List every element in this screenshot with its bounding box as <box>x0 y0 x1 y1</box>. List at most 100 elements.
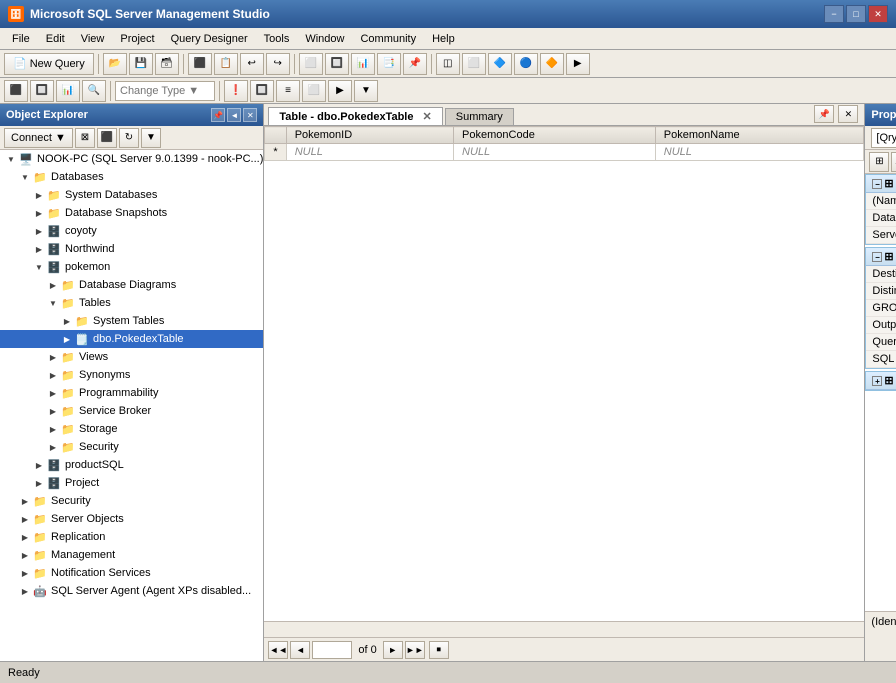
props-categorized-button[interactable]: ⊞ <box>869 152 889 172</box>
props-az-button[interactable]: A↓ <box>891 152 896 172</box>
col-pokemonname-header[interactable]: PokemonName <box>655 127 864 144</box>
tree-item-db-snapshots[interactable]: ▶ 📁 Database Snapshots <box>0 204 263 222</box>
toolbar2-btn-6[interactable]: 🔲 <box>250 80 274 102</box>
toolbar-btn-13[interactable]: 🔵 <box>514 53 538 75</box>
toolbar-btn-1[interactable]: ⬛ <box>188 53 212 75</box>
toolbar-btn-14[interactable]: 🔶 <box>540 53 564 75</box>
toolbar-btn-3[interactable]: ↩ <box>240 53 264 75</box>
tree-item-system-databases[interactable]: ▶ 📁 System Databases <box>0 186 263 204</box>
oe-disconnect-button[interactable]: ⊠ <box>75 128 95 148</box>
oe-pin-button[interactable]: 📌 <box>211 108 225 122</box>
tree-item-server-objects[interactable]: ▶ 📁 Server Objects <box>0 510 263 528</box>
oe-close-button[interactable]: ✕ <box>243 108 257 122</box>
tree-item-security[interactable]: ▶ 📁 Security <box>0 492 263 510</box>
save-button[interactable]: 💾 <box>129 53 153 75</box>
maximize-button[interactable]: □ <box>846 5 866 23</box>
minimize-button[interactable]: − <box>824 5 844 23</box>
toolbar-btn-4[interactable]: ↪ <box>266 53 290 75</box>
nav-next-button[interactable]: ► <box>383 641 403 659</box>
toolbar-btn-7[interactable]: 📊 <box>351 53 375 75</box>
table-close-button[interactable]: ✕ <box>838 105 858 123</box>
tree-item-views[interactable]: ▶ 📁 Views <box>0 348 263 366</box>
cell-pokemonid[interactable]: NULL <box>286 144 453 161</box>
toolbar-btn-9[interactable]: 📌 <box>403 53 427 75</box>
cell-pokemoncode[interactable]: NULL <box>454 144 656 161</box>
cell-pokemonname[interactable]: NULL <box>655 144 864 161</box>
table-pin-button[interactable]: 📌 <box>814 105 834 123</box>
tree-item-tables[interactable]: ▼ 📁 Tables <box>0 294 263 312</box>
toolbar2-btn-2[interactable]: 🔲 <box>30 80 54 102</box>
toolbar-btn-5[interactable]: ⬜ <box>299 53 323 75</box>
tree-item-server[interactable]: ▼ 🖥️ NOOK-PC (SQL Server 9.0.1399 - nook… <box>0 150 263 168</box>
nav-first-button[interactable]: ◄◄ <box>268 641 288 659</box>
menu-file[interactable]: File <box>4 31 38 47</box>
tab-summary[interactable]: Summary <box>445 108 514 125</box>
menu-project[interactable]: Project <box>112 31 162 47</box>
oe-filter-button[interactable]: ▼ <box>141 128 161 148</box>
close-button[interactable]: ✕ <box>868 5 888 23</box>
oe-refresh-button[interactable]: ↻ <box>119 128 139 148</box>
toolbar2-btn-8[interactable]: ⬜ <box>302 80 326 102</box>
tree-item-synonyms[interactable]: ▶ 📁 Synonyms <box>0 366 263 384</box>
toolbar2-btn-4[interactable]: 🔍 <box>82 80 106 102</box>
tree-item-system-tables[interactable]: ▶ 📁 System Tables <box>0 312 263 330</box>
tab-table-close-icon[interactable]: ✕ <box>423 111 432 123</box>
toolbar-btn-11[interactable]: ⬜ <box>462 53 486 75</box>
tree-item-sql-agent[interactable]: ▶ 🤖 SQL Server Agent (Agent XPs disabled… <box>0 582 263 600</box>
oe-stop-button[interactable]: ⬛ <box>97 128 117 148</box>
qd-collapse-icon[interactable]: − <box>872 252 882 262</box>
new-query-button[interactable]: 📄 New Query <box>4 53 94 75</box>
tree-item-pokemon[interactable]: ▼ 🗄️ pokemon <box>0 258 263 276</box>
nav-last-button[interactable]: ►► <box>405 641 425 659</box>
menu-help[interactable]: Help <box>424 31 463 47</box>
tree-item-security-inner[interactable]: ▶ 📁 Security <box>0 438 263 456</box>
oe-arrow-button[interactable]: ◄ <box>227 108 241 122</box>
tree-item-northwind[interactable]: ▶ 🗄️ Northwind <box>0 240 263 258</box>
connect-button[interactable]: Connect ▼ <box>4 128 73 148</box>
toolbar2-btn-9[interactable]: ▶ <box>328 80 352 102</box>
toolbar2-btn-5[interactable]: ❗ <box>224 80 248 102</box>
tree-item-notification-services[interactable]: ▶ 📁 Notification Services <box>0 564 263 582</box>
tree-item-productsql[interactable]: ▶ 🗄️ productSQL <box>0 456 263 474</box>
tree-item-management[interactable]: ▶ 📁 Management <box>0 546 263 564</box>
top-spec-collapse-icon[interactable]: + <box>872 376 882 386</box>
nav-stop-button[interactable]: ⏹ <box>429 641 449 659</box>
tree-item-programmability[interactable]: ▶ 📁 Programmability <box>0 384 263 402</box>
toolbar-btn-8[interactable]: 📑 <box>377 53 401 75</box>
toolbar-btn-15[interactable]: ▶ <box>566 53 590 75</box>
toolbar2-btn-7[interactable]: ≡ <box>276 80 300 102</box>
save-all-button[interactable]: 🗃 <box>155 53 179 75</box>
props-section-qd-header[interactable]: − ⊞ Query Designer <box>866 248 896 266</box>
change-type-input[interactable] <box>115 81 215 101</box>
toolbar-btn-2[interactable]: 📋 <box>214 53 238 75</box>
menu-tools[interactable]: Tools <box>256 31 298 47</box>
toolbar2-btn-10[interactable]: ▼ <box>354 80 378 102</box>
properties-object-dropdown[interactable]: [Qry] Query <box>871 128 896 148</box>
toolbar-btn-10[interactable]: ◫ <box>436 53 460 75</box>
tree-item-databases[interactable]: ▼ 📁 Databases <box>0 168 263 186</box>
tree-item-service-broker[interactable]: ▶ 📁 Service Broker <box>0 402 263 420</box>
identity-collapse-icon[interactable]: − <box>872 179 882 189</box>
menu-window[interactable]: Window <box>297 31 352 47</box>
toolbar-btn-12[interactable]: 🔷 <box>488 53 512 75</box>
menu-query-designer[interactable]: Query Designer <box>163 31 256 47</box>
col-pokemonid-header[interactable]: PokemonID <box>286 127 453 144</box>
toolbar2-btn-3[interactable]: 📊 <box>56 80 80 102</box>
tree-item-storage[interactable]: ▶ 📁 Storage <box>0 420 263 438</box>
toolbar-btn-6[interactable]: 🔲 <box>325 53 349 75</box>
props-section-top-spec-header[interactable]: + ⊞ Top Specification No <box>866 372 896 390</box>
menu-view[interactable]: View <box>73 31 113 47</box>
tree-item-replication[interactable]: ▶ 📁 Replication <box>0 528 263 546</box>
nav-prev-button[interactable]: ◄ <box>290 641 310 659</box>
props-section-identity-header[interactable]: − ⊞ (Identity) <box>866 175 896 193</box>
tree-item-coyoty[interactable]: ▶ 🗄️ coyoty <box>0 222 263 240</box>
table-horizontal-scrollbar[interactable] <box>264 621 864 637</box>
col-pokemoncode-header[interactable]: PokemonCode <box>454 127 656 144</box>
tab-table[interactable]: Table - dbo.PokedexTable ✕ <box>268 107 442 125</box>
nav-page-input[interactable] <box>312 641 352 659</box>
menu-community[interactable]: Community <box>352 31 424 47</box>
tree-item-pokedex-table[interactable]: ▶ 🗒️ dbo.PokedexTable <box>0 330 263 348</box>
tree-item-project[interactable]: ▶ 🗄️ Project <box>0 474 263 492</box>
open-button[interactable]: 📂 <box>103 53 127 75</box>
menu-edit[interactable]: Edit <box>38 31 73 47</box>
